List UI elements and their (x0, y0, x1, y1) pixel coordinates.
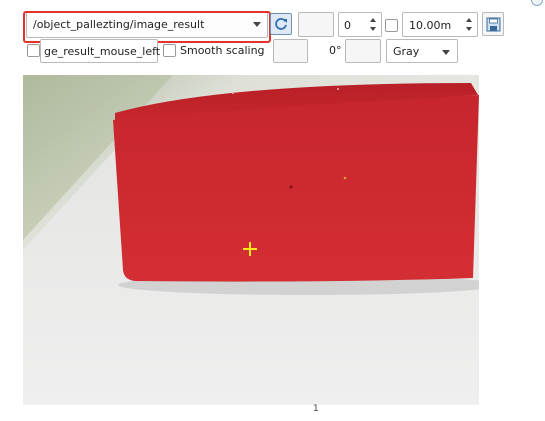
camera-image-view[interactable] (23, 75, 479, 405)
chevron-down-icon (253, 22, 261, 27)
chevron-down-icon (442, 50, 450, 55)
smooth-scaling-checkbox[interactable] (163, 44, 176, 57)
scale-checkbox[interactable] (385, 19, 398, 32)
value-spinbox-value: 0 (344, 19, 351, 32)
rotate-left-button[interactable] (273, 39, 308, 63)
scale-spinbox-value: 10.00m (409, 19, 452, 32)
image-view-toolbar-row-2: ge_result_mouse_left Smooth scaling 0° G… (0, 36, 545, 64)
save-image-button[interactable] (482, 12, 504, 36)
spin-arrows-icon[interactable] (370, 16, 378, 33)
save-image-icon (486, 17, 501, 32)
scale-spinbox[interactable]: 10.00m (402, 12, 478, 37)
rotation-label: 0° (329, 44, 342, 57)
mouse-topic-value: ge_result_mouse_left (44, 45, 161, 58)
image-view-toolbar-row-1: /object_pallezting/image_result 0 10.00m (0, 7, 545, 43)
footer-mark: 1 (313, 404, 319, 414)
topic-select-value: /object_pallezting/image_result (33, 18, 205, 31)
topic-select[interactable]: /object_pallezting/image_result (26, 11, 268, 38)
value-spinbox[interactable]: 0 (338, 12, 382, 37)
mouse-publish-checkbox[interactable] (27, 44, 40, 57)
toolbar-button[interactable] (298, 12, 334, 37)
colormap-select[interactable]: Gray (386, 39, 458, 63)
refresh-icon (275, 18, 287, 30)
mouse-topic-input[interactable]: ge_result_mouse_left (40, 39, 161, 63)
refresh-topics-button[interactable] (270, 13, 292, 35)
smooth-scaling-label: Smooth scaling (180, 44, 265, 57)
colormap-value: Gray (393, 45, 420, 58)
spin-arrows-icon[interactable] (466, 16, 474, 33)
corner-window-button[interactable] (531, 0, 543, 6)
rotate-right-button[interactable] (345, 39, 381, 63)
camera-image (23, 75, 479, 405)
